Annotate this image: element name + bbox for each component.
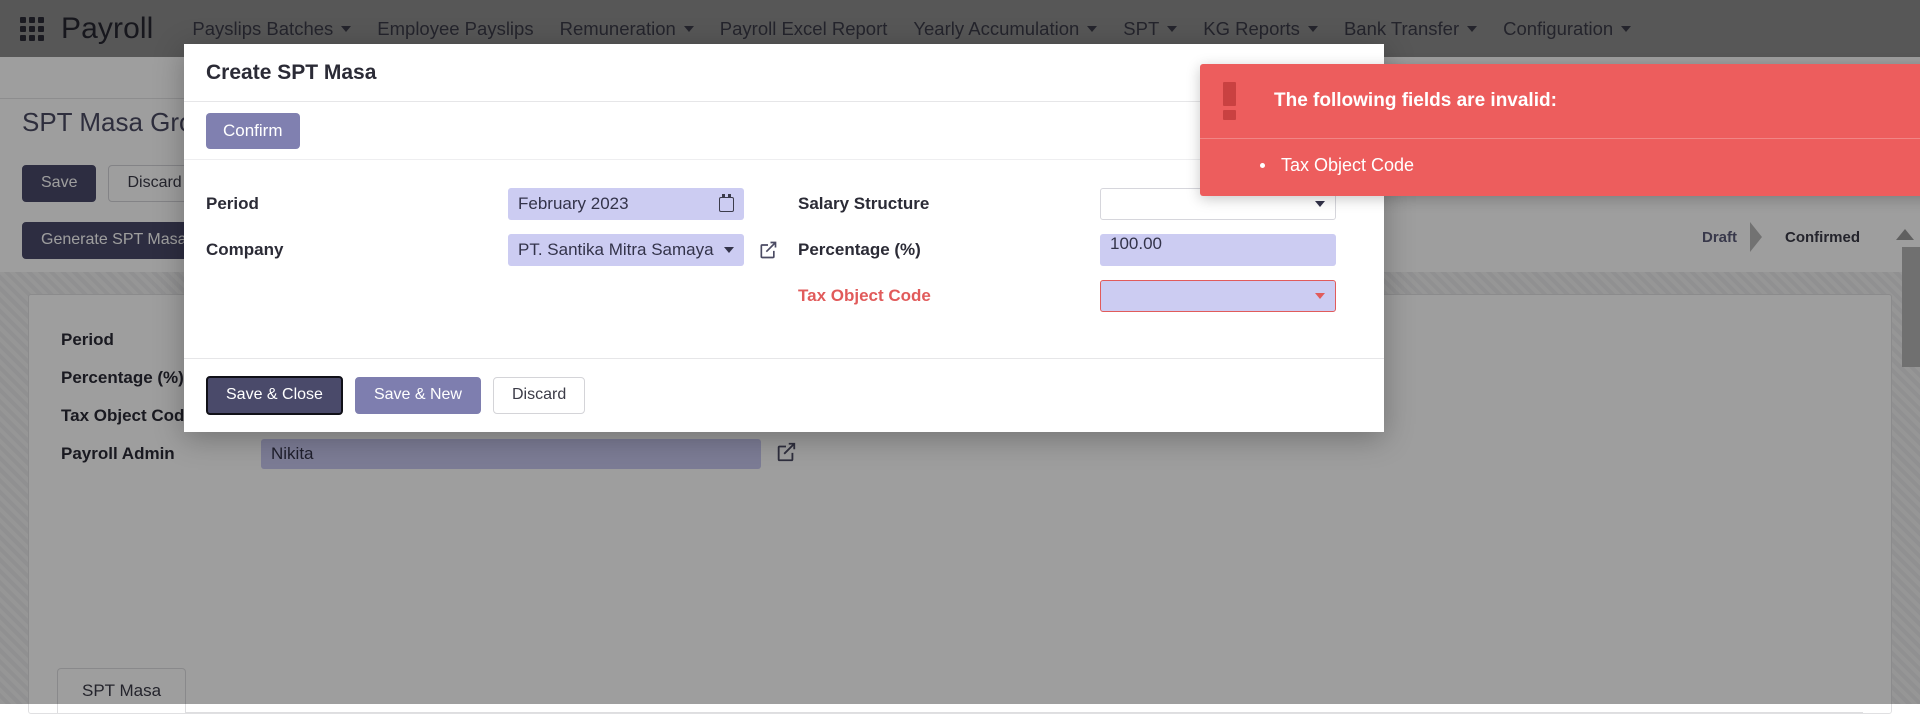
tax-object-code-select[interactable] [1100, 280, 1336, 312]
chevron-down-icon [1315, 201, 1325, 207]
toast-header: The following fields are invalid: [1200, 64, 1920, 138]
dialog-right-column: Salary Structure Percentage (%) 100.00 [784, 186, 1362, 314]
discard-button[interactable]: Discard [493, 377, 585, 414]
toast-item-label: Tax Object Code [1281, 155, 1414, 176]
percentage-value: 100.00 [1110, 234, 1162, 253]
dialog-footer: Save & Close Save & New Discard [184, 358, 1384, 432]
toast-list-item: Tax Object Code [1260, 155, 1920, 176]
company-value: PT. Santika Mitra Samaya [518, 240, 714, 260]
dialog-left-column: Period February 2023 Company PT. Santika… [206, 186, 784, 314]
bullet-icon [1260, 163, 1265, 168]
toast-title: The following fields are invalid: [1274, 90, 1557, 112]
confirm-button[interactable]: Confirm [206, 113, 300, 149]
field-label-percentage: Percentage (%) [798, 240, 1100, 260]
field-label-company: Company [206, 240, 508, 260]
field-label-salary-structure: Salary Structure [798, 194, 1100, 214]
field-label-tax-object-code: Tax Object Code [798, 286, 1100, 306]
field-row-percentage: Percentage (%) 100.00 [798, 232, 1362, 268]
external-link-icon[interactable] [758, 240, 778, 260]
error-notification-toast: The following fields are invalid: Tax Ob… [1200, 64, 1920, 196]
exclamation-icon [1222, 82, 1236, 120]
percentage-input[interactable]: 100.00 [1100, 234, 1336, 266]
calendar-icon[interactable] [719, 197, 734, 212]
company-select[interactable]: PT. Santika Mitra Samaya [508, 234, 744, 266]
field-row-company: Company PT. Santika Mitra Samaya [206, 232, 784, 268]
period-month-input[interactable]: February 2023 [508, 188, 744, 220]
field-label-period: Period [206, 194, 508, 214]
chevron-down-icon [1315, 293, 1325, 299]
chevron-down-icon [724, 247, 734, 253]
save-and-close-button[interactable]: Save & Close [206, 376, 343, 415]
dialog-title: Create SPT Masa [206, 61, 376, 85]
field-row-tax-object-code: Tax Object Code [798, 278, 1362, 314]
period-value: February 2023 [518, 194, 629, 214]
save-and-new-button[interactable]: Save & New [355, 377, 481, 414]
toast-body: Tax Object Code [1200, 138, 1920, 196]
field-row-period: Period February 2023 [206, 186, 784, 222]
